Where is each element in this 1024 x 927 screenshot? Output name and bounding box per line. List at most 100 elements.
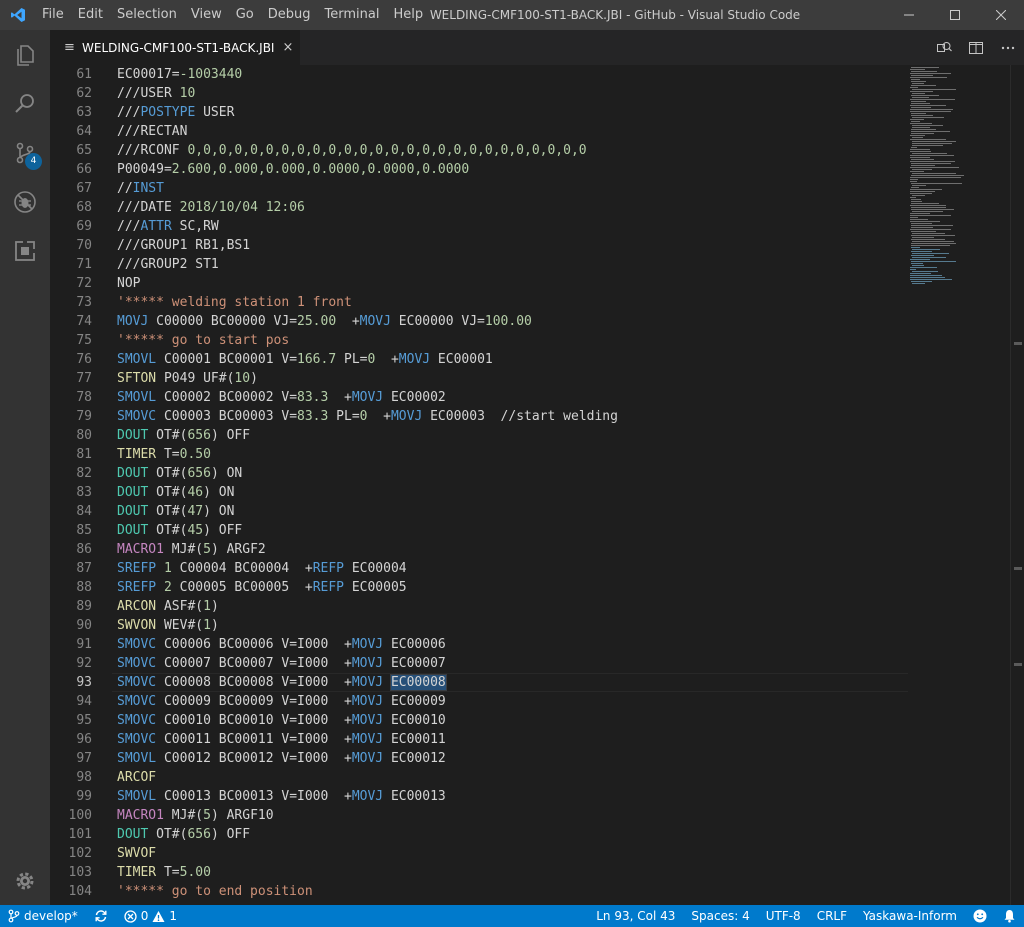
code-line[interactable]: 88 SREFP 2 C00005 BC00005 +REFP EC00005 <box>50 578 908 597</box>
extensions-button[interactable] <box>0 226 50 275</box>
encoding-status[interactable]: UTF-8 <box>758 905 809 927</box>
more-actions-button[interactable] <box>992 30 1024 65</box>
minimap-line <box>910 205 946 206</box>
open-changes-button[interactable] <box>928 30 960 65</box>
menu-edit[interactable]: Edit <box>71 0 110 30</box>
problems-status[interactable]: 0 1 <box>116 905 185 927</box>
minimap-line <box>910 193 932 194</box>
code-line[interactable]: 80 DOUT OT#(656) OFF <box>50 426 908 445</box>
code-line[interactable]: 69 ///ATTR SC,RW <box>50 217 908 236</box>
code-line[interactable]: 65 ///RCONF 0,0,0,0,0,0,0,0,0,0,0,0,0,0,0… <box>50 141 908 160</box>
minimap-line <box>910 119 924 120</box>
tab-close-icon[interactable]: × <box>282 40 293 55</box>
minimap-line <box>911 199 921 200</box>
code-line[interactable]: 87 SREFP 1 C00004 BC00004 +REFP EC00004 <box>50 559 908 578</box>
code-line[interactable]: 78 SMOVL C00002 BC00002 V=83.3 +MOVJ EC00… <box>50 388 908 407</box>
sync-button[interactable] <box>86 909 116 923</box>
code-token: + <box>375 352 399 367</box>
code-line[interactable]: 72 NOP <box>50 274 908 293</box>
code-line[interactable]: 100 MACRO1 MJ#(5) ARGF10 <box>50 806 908 825</box>
code-token: 5 <box>203 542 211 557</box>
minimap-line <box>911 227 933 228</box>
eol-status[interactable]: CRLF <box>809 905 855 927</box>
source-control-button[interactable]: 4 <box>0 128 50 177</box>
code-line[interactable]: 74 MOVJ C00000 BC00000 VJ=25.00 +MOVJ EC0… <box>50 312 908 331</box>
code-line[interactable]: 85 DOUT OT#(45) OFF <box>50 521 908 540</box>
code-line[interactable]: 79 SMOVC C00003 BC00003 V=83.3 PL=0 +MOVJ… <box>50 407 908 426</box>
menu-selection[interactable]: Selection <box>110 0 184 30</box>
code-line[interactable]: 70 ///GROUP1 RB1,BS1 <box>50 236 908 255</box>
minimap-line <box>911 67 939 68</box>
code-line[interactable]: 94 SMOVC C00009 BC00009 V=I000 +MOVJ EC00… <box>50 692 908 711</box>
code-line[interactable]: 76 SMOVL C00001 BC00001 V=166.7 PL=0 +MOV… <box>50 350 908 369</box>
code-line[interactable]: 101 DOUT OT#(656) OFF <box>50 825 908 844</box>
code-line[interactable]: 66 P00049=2.600,0.000,0.000,0.0000,0.0000… <box>50 160 908 179</box>
menu-view[interactable]: View <box>184 0 229 30</box>
code-line[interactable]: 84 DOUT OT#(47) ON <box>50 502 908 521</box>
code-line[interactable]: 67 //INST <box>50 179 908 198</box>
code-line[interactable]: 92 SMOVC C00007 BC00007 V=I000 +MOVJ EC00… <box>50 654 908 673</box>
code-line[interactable]: 61 EC00017=-1003440 <box>50 65 908 84</box>
manage-button[interactable] <box>0 856 50 905</box>
code-token: 100.00 <box>484 314 532 329</box>
code-line[interactable]: 93 SMOVC C00008 BC00008 V=I000 +MOVJ EC00… <box>50 673 908 692</box>
code-line[interactable]: 95 SMOVC C00010 BC00010 V=I000 +MOVJ EC00… <box>50 711 908 730</box>
minimap[interactable] <box>908 65 1010 905</box>
vertical-scrollbar[interactable] <box>1010 65 1024 905</box>
close-window-button[interactable] <box>978 0 1024 30</box>
code-line[interactable]: 99 SMOVL C00013 BC00013 V=I000 +MOVJ EC00… <box>50 787 908 806</box>
menu-debug[interactable]: Debug <box>261 0 318 30</box>
branch-status[interactable]: develop* <box>0 905 86 927</box>
explorer-button[interactable] <box>0 30 50 79</box>
menu-file[interactable]: File <box>35 0 71 30</box>
code-line[interactable]: 104 '***** go to end position <box>50 882 908 901</box>
minimize-button[interactable] <box>886 0 932 30</box>
code-line[interactable]: 64 ///RECTAN <box>50 122 908 141</box>
indentation-status[interactable]: Spaces: 4 <box>683 905 757 927</box>
code-token: EC00001 <box>430 352 493 367</box>
code-line[interactable]: 97 SMOVL C00012 BC00012 V=I000 +MOVJ EC00… <box>50 749 908 768</box>
notifications-button[interactable] <box>995 909 1024 923</box>
code-line[interactable]: 83 DOUT OT#(46) ON <box>50 483 908 502</box>
code-line[interactable]: 73 '***** welding station 1 front <box>50 293 908 312</box>
tab-welding-file[interactable]: ≡ WELDING-CMF100-ST1-BACK.JBI × <box>50 30 300 65</box>
minimap-line <box>911 263 923 264</box>
code-line[interactable]: 89 ARCON ASF#(1) <box>50 597 908 616</box>
split-editor-button[interactable] <box>960 30 992 65</box>
line-text: '***** welding station 1 front <box>117 293 352 312</box>
code-line[interactable]: 81 TIMER T=0.50 <box>50 445 908 464</box>
code-line[interactable]: 71 ///GROUP2 ST1 <box>50 255 908 274</box>
menu-go[interactable]: Go <box>229 0 261 30</box>
code-line[interactable]: 103 TIMER T=5.00 <box>50 863 908 882</box>
cursor-position[interactable]: Ln 93, Col 43 <box>588 905 683 927</box>
code-line[interactable]: 91 SMOVC C00006 BC00006 V=I000 +MOVJ EC00… <box>50 635 908 654</box>
code-line[interactable]: 86 MACRO1 MJ#(5) ARGF2 <box>50 540 908 559</box>
language-mode[interactable]: Yaskawa-Inform <box>855 905 965 927</box>
code-token: MOVJ <box>117 314 149 329</box>
code-token: OT#( <box>148 428 188 443</box>
search-button[interactable] <box>0 79 50 128</box>
code-line[interactable]: 68 ///DATE 2018/10/04 12:06 <box>50 198 908 217</box>
code-token: EC00013 <box>383 789 446 804</box>
code-line[interactable]: 62 ///USER 10 <box>50 84 908 103</box>
minimap-line <box>911 247 920 248</box>
code-line[interactable]: 96 SMOVC C00011 BC00011 V=I000 +MOVJ EC00… <box>50 730 908 749</box>
menu-terminal[interactable]: Terminal <box>318 0 387 30</box>
selection-highlight: EC00008 <box>389 674 447 691</box>
code-line[interactable]: 90 SWVON WEV#(1) <box>50 616 908 635</box>
code-token: ATTR <box>140 219 172 234</box>
feedback-button[interactable] <box>965 909 995 923</box>
minimap-line <box>910 157 930 158</box>
code-line[interactable]: 63 ///POSTYPE USER <box>50 103 908 122</box>
code-editor[interactable]: 61 EC00017=-1003440 62///USER 10 63///POSTY… <box>50 65 1024 905</box>
code-line[interactable]: 98 ARCOF <box>50 768 908 787</box>
code-lines[interactable]: 61 EC00017=-1003440 62///USER 10 63///POSTY… <box>50 65 908 901</box>
code-line[interactable]: 82 DOUT OT#(656) ON <box>50 464 908 483</box>
code-line[interactable]: 102 SWVOF <box>50 844 908 863</box>
search-icon <box>15 93 34 113</box>
code-line[interactable]: 75 '***** go to start pos <box>50 331 908 350</box>
minimap-line <box>912 89 956 90</box>
code-line[interactable]: 77 SFTON P049 UF#(10) <box>50 369 908 388</box>
maximize-button[interactable] <box>932 0 978 30</box>
debug-button[interactable] <box>0 177 50 226</box>
